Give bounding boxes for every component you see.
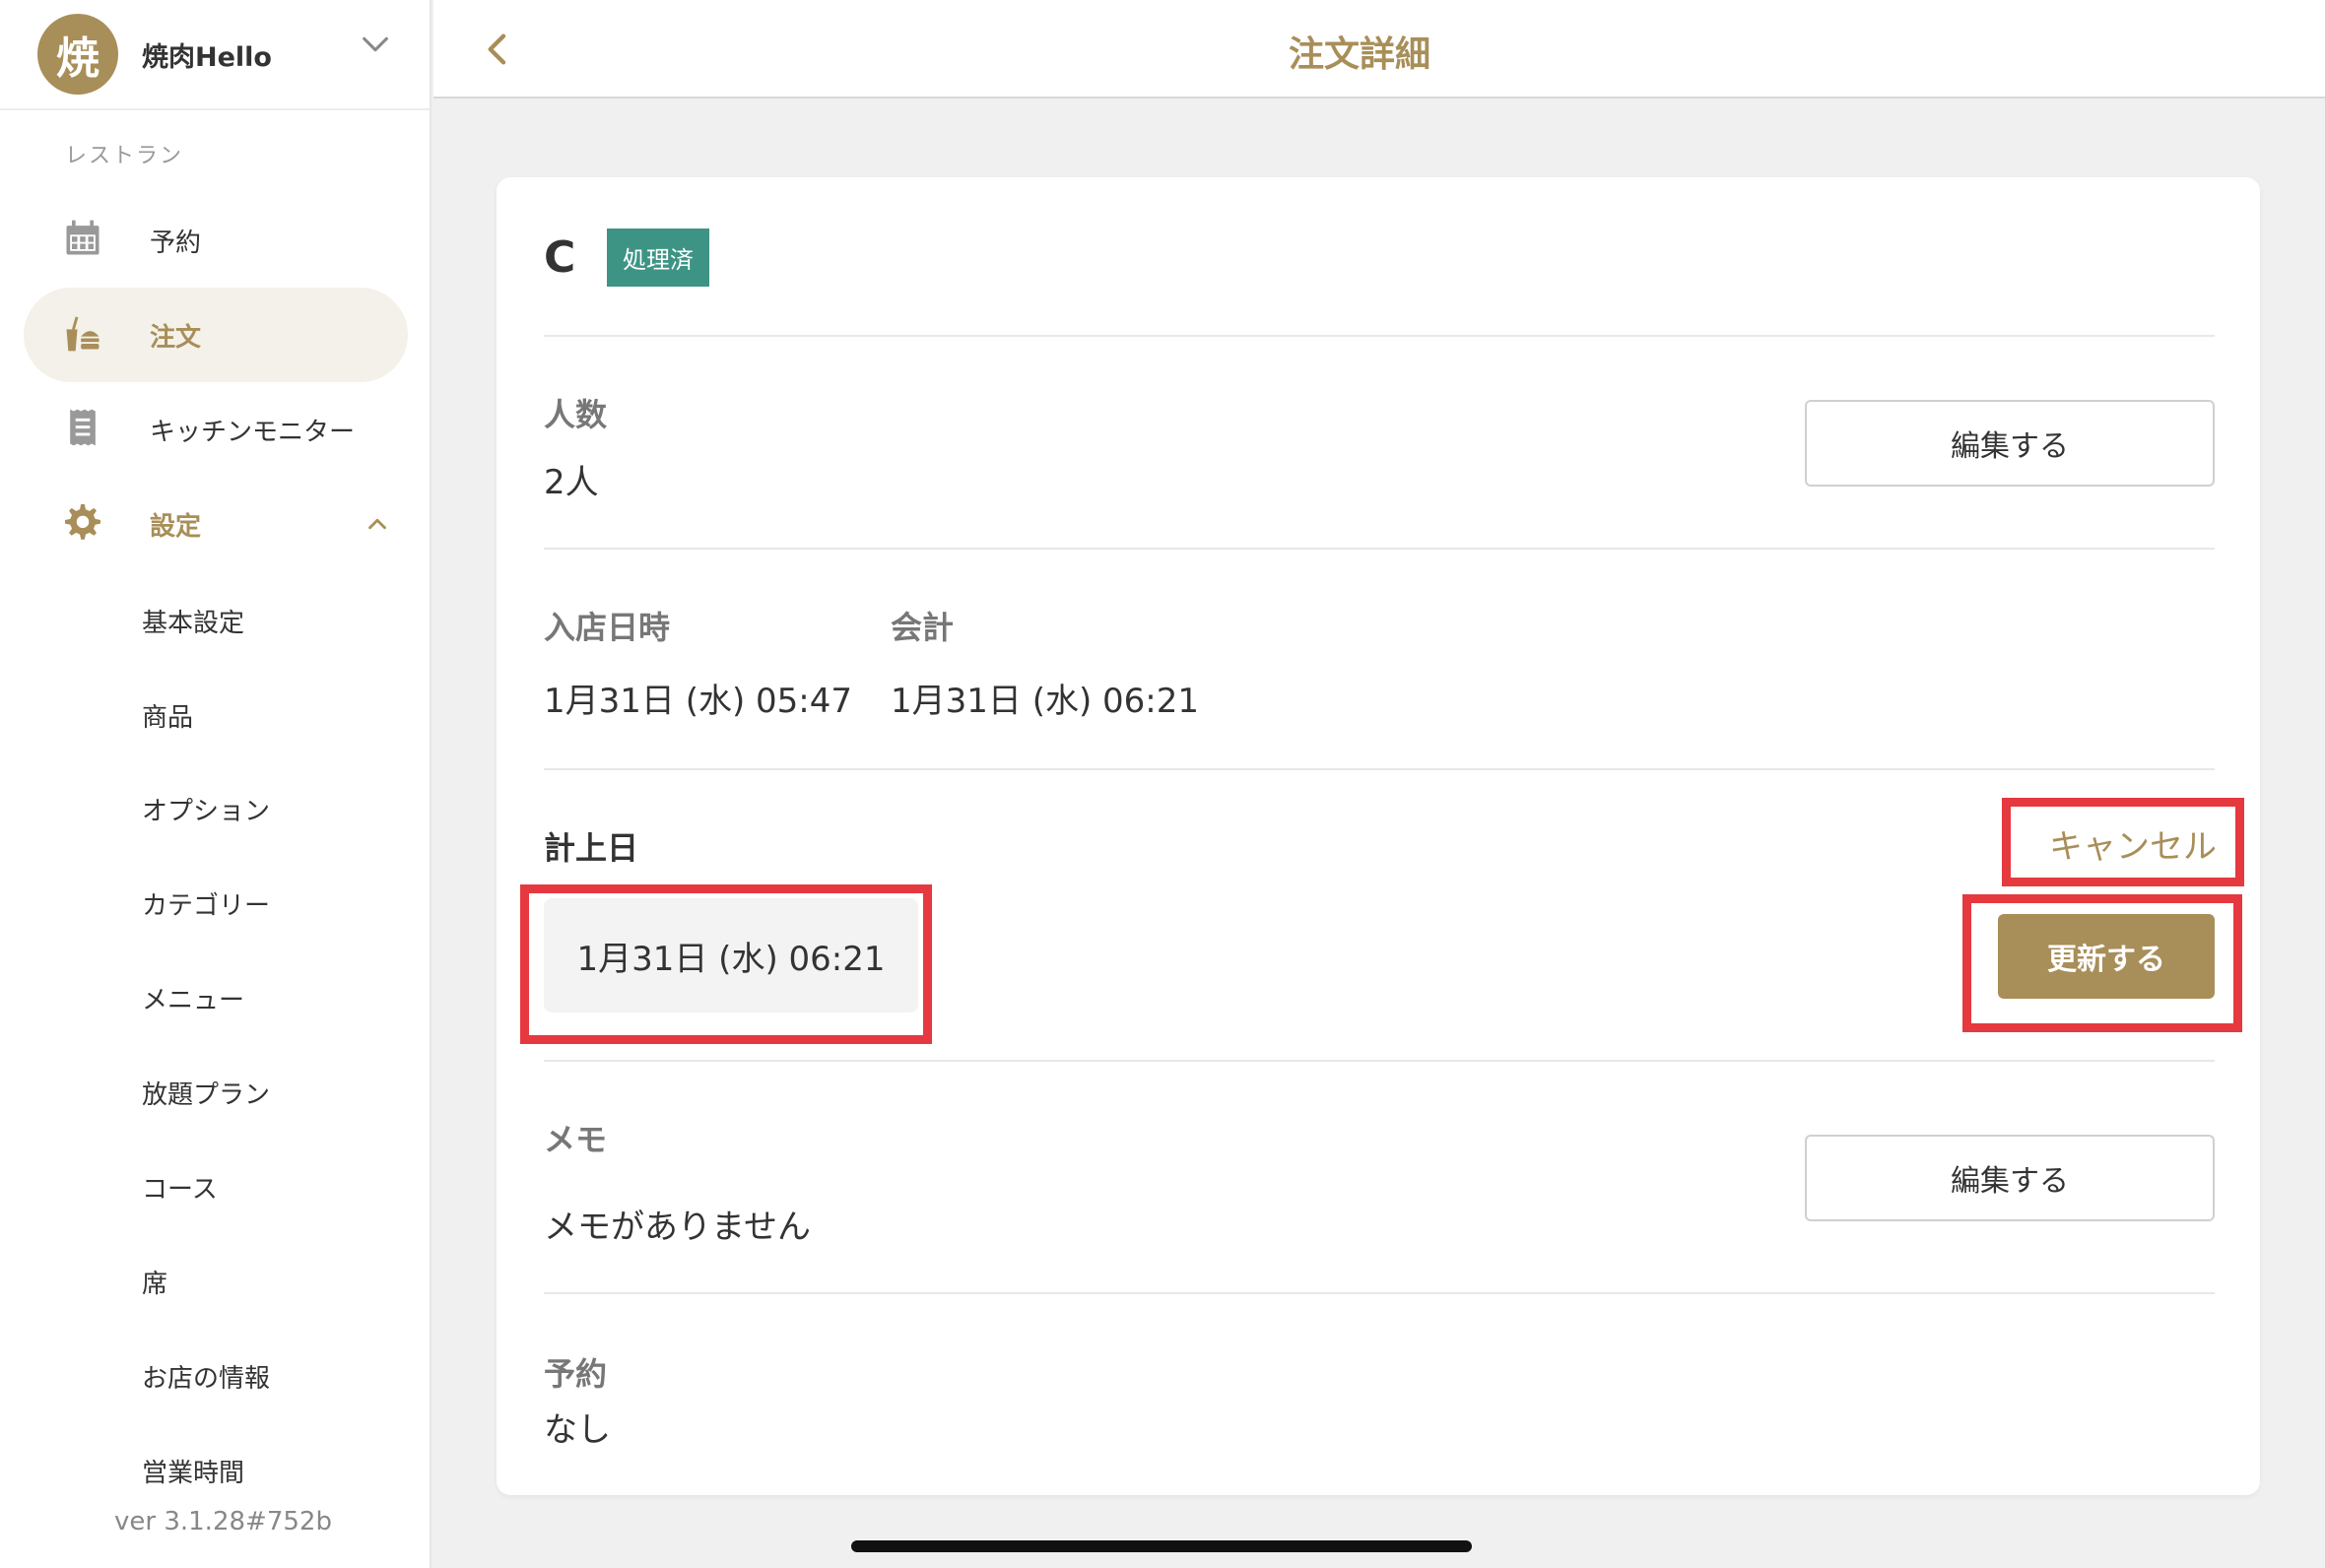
sidebar: 焼 焼肉Hello レストラン 予約 注文 キッチンモニター 設定 基本設定 商… <box>0 0 432 1568</box>
people-label: 人数 <box>544 396 608 433</box>
entry-time-value: 1月31日 (水) 05:47 <box>544 682 853 721</box>
status-badge: 処理済 <box>607 229 709 287</box>
divider <box>544 548 2215 550</box>
store-logo: 焼 <box>37 14 118 95</box>
sidebar-subitem-categories[interactable]: カテゴリー <box>142 885 270 922</box>
divider <box>544 768 2215 770</box>
sidebar-item-label: キッチンモニター <box>150 417 356 447</box>
sidebar-subitem-products[interactable]: 商品 <box>142 697 193 734</box>
sidebar-item-settings[interactable]: 設定 <box>24 477 408 571</box>
store-name: 焼肉Hello <box>142 41 272 73</box>
checkout-label: 会計 <box>891 609 955 646</box>
sidebar-subitem-basic-settings[interactable]: 基本設定 <box>142 603 244 639</box>
sidebar-subitem-courses[interactable]: コース <box>142 1169 218 1206</box>
divider <box>544 1060 2215 1062</box>
memo-label: メモ <box>544 1121 608 1158</box>
section-label: レストラン <box>65 144 184 168</box>
entry-time-label: 入店日時 <box>544 609 671 646</box>
app-version: ver 3.1.28#752b <box>114 1507 332 1536</box>
memo-value: メモがありません <box>544 1208 811 1247</box>
calendar-icon <box>66 220 100 255</box>
sidebar-subitem-all-you-can-plans[interactable]: 放題プラン <box>142 1075 270 1111</box>
divider <box>544 1292 2215 1294</box>
sidebar-item-orders[interactable]: 注文 <box>24 288 408 382</box>
sidebar-item-reservations[interactable]: 予約 <box>24 193 408 288</box>
sidebar-item-label: 予約 <box>150 228 202 258</box>
home-indicator <box>851 1540 1472 1552</box>
gear-icon <box>65 503 100 540</box>
divider <box>544 335 2215 337</box>
reservation-label: 予約 <box>544 1355 608 1393</box>
edit-memo-button[interactable]: 編集する <box>1805 1135 2215 1221</box>
highlight-box-update <box>1962 894 2242 1032</box>
top-bar: 注文詳細 <box>433 0 2325 98</box>
reservation-value: なし <box>544 1410 611 1450</box>
store-switcher[interactable]: 焼 焼肉Hello <box>0 0 430 110</box>
sidebar-subitem-business-hours[interactable]: 営業時間 <box>142 1453 244 1489</box>
people-value: 2人 <box>544 463 599 502</box>
chevron-up-icon <box>368 518 386 530</box>
edit-people-button[interactable]: 編集する <box>1805 400 2215 487</box>
order-id: C <box>544 232 576 283</box>
booking-date-label: 計上日 <box>544 829 639 867</box>
checkout-value: 1月31日 (水) 06:21 <box>891 682 1200 721</box>
sidebar-item-label: 注文 <box>150 322 202 353</box>
order-detail-card: C 処理済 人数 2人 編集する 入店日時 1月31日 (水) 05:47 会計… <box>497 177 2260 1495</box>
sidebar-item-label: 設定 <box>150 511 202 542</box>
page-title: 注文詳細 <box>1288 34 1430 75</box>
sidebar-item-kitchen-monitor[interactable]: キッチンモニター <box>24 382 408 477</box>
sidebar-subitem-seats[interactable]: 席 <box>142 1264 167 1300</box>
chevron-down-icon[interactable] <box>359 28 392 61</box>
sidebar-subitem-menu[interactable]: メニュー <box>142 980 244 1016</box>
highlight-box-cancel <box>2002 798 2244 886</box>
order-tray-icon <box>66 316 100 352</box>
sidebar-subitem-store-info[interactable]: お店の情報 <box>142 1358 270 1395</box>
receipt-icon <box>70 409 96 446</box>
sidebar-subitem-options[interactable]: オプション <box>142 791 270 827</box>
highlight-box-booking-date <box>520 884 932 1044</box>
